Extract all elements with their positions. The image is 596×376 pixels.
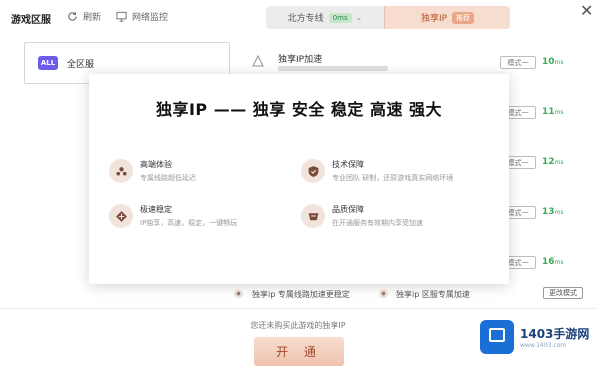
recommend-badge: 推荐 [452,11,475,24]
node-name: 独享IP加速 [278,55,323,65]
region-label: 全区服 [67,60,95,70]
watermark-name: 1403手游网 [520,327,590,341]
close-icon[interactable]: ✕ [580,1,593,20]
change-mode-button[interactable]: 更改模式 [543,287,583,299]
feature-item: 高端体验 专属线路超低延迟 [109,157,299,187]
info-text: 独享ip 区服专属加速 [396,290,470,299]
quality-icon [301,204,325,228]
chevron-down-icon: ⌄ [355,13,363,22]
exclusive-ip-info-popup: 独享IP —— 独享 安全 稳定 高速 强大 高端体验 专属线路超低延迟 技术保… [89,74,509,284]
info-strip: 独享ip 专属线路加速更稳定 独享ip 区服专属加速 更改模式 [230,286,590,302]
mode-switch: 北方专线 0ms ⌄ 独享IP 推荐 [266,6,510,29]
node-latency: 16ms [542,257,564,267]
watermark: 1403手游网 www.1403.com [480,320,592,354]
feature-title: 品质保障 [332,205,364,214]
feature-title: 高端体验 [140,160,172,169]
divider [0,308,596,309]
top-bar: 游戏区服 刷新 网络监控 北方专线 0ms ⌄ 独享IP 推荐 ✕ [0,0,596,36]
feature-desc: 专业团队 研制，还原游戏真实网络环境 [332,174,454,182]
open-button[interactable]: 开 通 [254,337,344,366]
feature-title: 技术保障 [332,160,364,169]
feature-item: 品质保障 在开通服务有效期内享受加速 [301,202,491,232]
info-icon [233,288,244,299]
watermark-url: www.1403.com [520,342,567,349]
refresh-icon [68,12,77,21]
info-icon [378,288,389,299]
popup-title: 独享IP —— 独享 安全 稳定 高速 强大 [155,100,443,119]
shield-icon [301,159,325,183]
page-title: 游戏区服 [11,15,51,26]
north-line-label: 北方专线 [287,14,324,24]
node-latency: 12ms [542,157,564,167]
feature-item: 极速稳定 IP独享，高速，稳定，一键畅玩 [109,202,299,232]
node-subtext [278,66,388,71]
exclusive-ip-label: 独享IP [420,14,448,24]
monitor-icon [116,11,127,22]
network-monitor-label: 网络监控 [132,13,169,23]
info-text: 独享ip 专属线路加速更稳定 [252,290,350,299]
feature-title: 极速稳定 [140,205,172,214]
node-latency: 11ms [542,107,564,117]
node-mode-button[interactable]: 模式一 [500,56,536,69]
feature-item: 技术保障 专业团队 研制，还原游戏真实网络环境 [301,157,491,187]
tab-exclusive-ip[interactable]: 独享IP 推荐 [384,6,510,29]
feature-desc: 在开通服务有效期内享受加速 [332,219,423,227]
tab-north-line[interactable]: 北方专线 0ms ⌄ [266,6,384,29]
all-badge: ALL [38,56,58,70]
feature-desc: IP独享，高速，稳定，一键畅玩 [140,219,238,227]
refresh-label: 刷新 [83,13,102,23]
node-latency: 13ms [542,207,564,217]
node-latency: 10ms [542,57,564,67]
feature-desc: 专属线路超低延迟 [140,174,196,182]
users-icon [109,159,133,183]
north-line-badge: 0ms [328,12,352,23]
refresh-button[interactable]: 刷新 [67,10,101,23]
watermark-logo-icon [480,320,514,354]
speed-icon [109,204,133,228]
node-icon [252,55,264,67]
network-monitor-button[interactable]: 网络监控 [116,10,168,23]
